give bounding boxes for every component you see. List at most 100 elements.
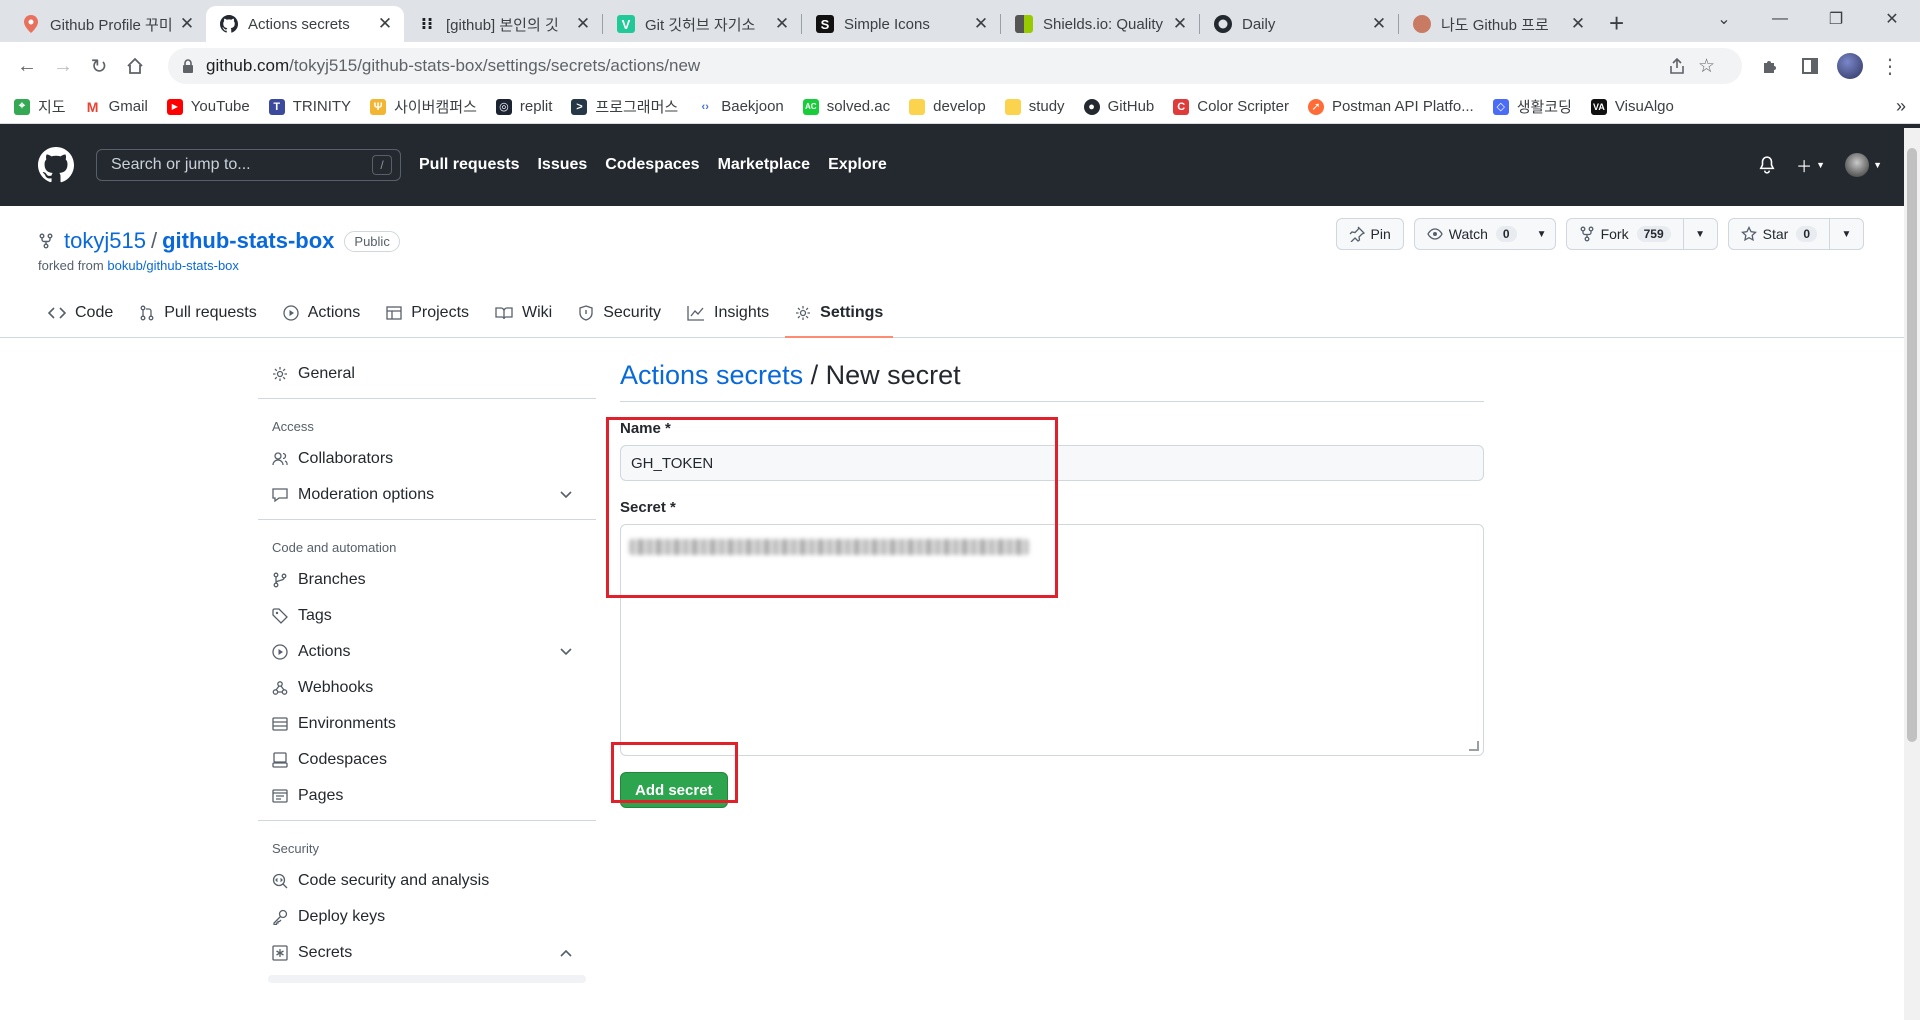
chevron-up-icon[interactable]	[560, 949, 572, 957]
browser-tab[interactable]: Github Profile 꾸미 ✕	[8, 6, 206, 42]
star-button[interactable]: Star 0 ▼	[1727, 218, 1864, 250]
bookmark[interactable]: ‹› Baekjoon	[697, 98, 784, 115]
nav-codespaces[interactable]: Codespaces	[605, 156, 699, 174]
sidebar-item-tags[interactable]: Tags	[258, 598, 596, 634]
browser-tab[interactable]: V Git 깃허브 자기소 ✕	[603, 6, 801, 42]
header-actions: ＋ ▼ ▼	[1738, 153, 1882, 177]
bookmark[interactable]: ◇ 생활코딩	[1492, 96, 1572, 117]
side-panel-icon[interactable]	[1790, 49, 1830, 83]
browser-tab[interactable]: S Simple Icons ✕	[802, 6, 1000, 42]
tab-wiki[interactable]: Wiki	[485, 289, 562, 337]
bookmark[interactable]: ● GitHub	[1083, 98, 1154, 115]
menu-icon[interactable]: ⋮	[1870, 49, 1910, 83]
close-icon[interactable]: ✕	[1569, 14, 1587, 33]
lock-icon[interactable]	[182, 59, 194, 73]
forward-icon[interactable]: →	[46, 49, 80, 83]
more-bookmarks-icon[interactable]: »	[1896, 96, 1906, 117]
browser-tab[interactable]: Daily ✕	[1200, 6, 1398, 42]
nav-explore[interactable]: Explore	[828, 156, 887, 174]
watch-button[interactable]: Watch 0 ▼	[1413, 218, 1556, 250]
repo-name-link[interactable]: github-stats-box	[162, 228, 334, 254]
sidebar-item-moderation[interactable]: Moderation options	[258, 477, 596, 513]
bell-icon[interactable]	[1758, 156, 1776, 174]
new-tab-icon[interactable]: +	[1609, 8, 1624, 38]
bookmark[interactable]: ➚ Postman API Platfo...	[1307, 98, 1474, 115]
forked-from-link[interactable]: bokub/github-stats-box	[107, 258, 239, 273]
sidebar-item-general[interactable]: General	[258, 356, 596, 392]
repo-owner-link[interactable]: tokyj515	[64, 228, 146, 254]
fork-button[interactable]: Fork 759 ▼	[1565, 218, 1718, 250]
bookmark[interactable]: VA VisuAlgo	[1590, 98, 1674, 115]
browser-tab[interactable]: 나도 Github 프로 ✕	[1399, 6, 1597, 42]
browser-tab-active[interactable]: Actions secrets ✕	[206, 6, 404, 42]
search-input[interactable]: Search or jump to... /	[96, 149, 401, 181]
sidebar-item-pages[interactable]: Pages	[258, 778, 596, 814]
reload-icon[interactable]: ↻	[82, 49, 116, 83]
star-dropdown-icon[interactable]: ▼	[1829, 219, 1863, 249]
sidebar-item-environments[interactable]: Environments	[258, 706, 596, 742]
chevron-down-icon[interactable]	[560, 648, 572, 656]
page-scrollbar[interactable]	[1904, 128, 1920, 1020]
tab-search-icon[interactable]: ⌄	[1696, 9, 1752, 29]
browser-tab[interactable]: Shields.io: Quality ✕	[1001, 6, 1199, 42]
close-icon[interactable]: ✕	[574, 14, 592, 33]
bookmark[interactable]: C Color Scripter	[1173, 98, 1289, 115]
sidebar-item-collaborators[interactable]: Collaborators	[258, 441, 596, 477]
browser-tab[interactable]: ⁝⁝ [github] 본인의 깃 ✕	[404, 6, 602, 42]
sidebar-item-code-security[interactable]: Code security and analysis	[258, 863, 596, 899]
resize-handle-icon[interactable]	[1469, 741, 1479, 751]
create-new-dropdown[interactable]: ＋ ▼	[1796, 153, 1825, 177]
nav-issues[interactable]: Issues	[537, 156, 587, 174]
tab-security[interactable]: Security	[568, 289, 671, 337]
bookmark[interactable]: AC solved.ac	[802, 98, 890, 115]
nav-marketplace[interactable]: Marketplace	[718, 156, 811, 174]
bookmark[interactable]: ⌖ 지도	[14, 96, 66, 117]
bookmark-folder[interactable]: develop	[909, 98, 986, 115]
close-icon[interactable]: ✕	[1171, 14, 1189, 33]
chevron-down-icon[interactable]	[560, 491, 572, 499]
tab-code[interactable]: Code	[38, 289, 123, 337]
sidebar-item-codespaces[interactable]: Codespaces	[258, 742, 596, 778]
sidebar-item-actions[interactable]: Actions	[258, 634, 596, 670]
bookmark-folder[interactable]: study	[1004, 98, 1065, 115]
extensions-icon[interactable]	[1750, 49, 1790, 83]
fork-dropdown-icon[interactable]: ▼	[1682, 219, 1717, 249]
close-icon[interactable]: ✕	[972, 14, 990, 33]
restore-icon[interactable]: ❐	[1808, 9, 1864, 29]
bookmark[interactable]: ▶ YouTube	[166, 98, 250, 115]
user-menu[interactable]: ▼	[1845, 153, 1882, 177]
bookmark[interactable]: ◎ replit	[495, 98, 552, 115]
url-bar[interactable]: github.com/tokyj515/github-stats-box/set…	[168, 48, 1742, 84]
star-bookmark-icon[interactable]: ☆	[1698, 55, 1728, 78]
tab-pull-requests[interactable]: Pull requests	[129, 289, 267, 337]
close-icon[interactable]: ✕	[178, 14, 196, 33]
tab-settings[interactable]: Settings	[785, 289, 894, 338]
back-icon[interactable]: ←	[10, 49, 44, 83]
close-icon[interactable]: ✕	[376, 14, 394, 33]
sidebar-item-deploy-keys[interactable]: Deploy keys	[258, 899, 596, 935]
sidebar-subitem-actions[interactable]	[268, 975, 586, 983]
sidebar-item-secrets[interactable]: Secrets	[258, 935, 596, 971]
watch-dropdown-icon[interactable]: ▼	[1529, 219, 1555, 249]
minimize-icon[interactable]: —	[1752, 10, 1808, 28]
tab-insights[interactable]: Insights	[677, 289, 779, 337]
github-logo-icon[interactable]	[38, 147, 74, 183]
bookmark[interactable]: M Gmail	[84, 98, 148, 115]
pin-button[interactable]: Pin	[1335, 218, 1404, 250]
home-icon[interactable]	[118, 49, 152, 83]
sidebar-item-webhooks[interactable]: Webhooks	[258, 670, 596, 706]
nav-pull-requests[interactable]: Pull requests	[419, 156, 519, 174]
close-icon[interactable]: ✕	[1370, 14, 1388, 33]
bookmark[interactable]: T TRINITY	[268, 98, 351, 115]
tab-projects[interactable]: Projects	[376, 289, 479, 337]
sidebar-item-branches[interactable]: Branches	[258, 562, 596, 598]
tab-actions[interactable]: Actions	[273, 289, 370, 337]
profile-avatar[interactable]	[1830, 49, 1870, 83]
breadcrumb-actions-secrets[interactable]: Actions secrets	[620, 360, 803, 390]
bookmark[interactable]: > 프로그래머스	[571, 96, 678, 117]
close-window-icon[interactable]: ✕	[1864, 9, 1920, 29]
bookmark[interactable]: Ψ 사이버캠퍼스	[370, 96, 477, 117]
share-icon[interactable]	[1668, 57, 1698, 75]
scrollbar-thumb[interactable]	[1907, 148, 1917, 742]
close-icon[interactable]: ✕	[773, 14, 791, 33]
